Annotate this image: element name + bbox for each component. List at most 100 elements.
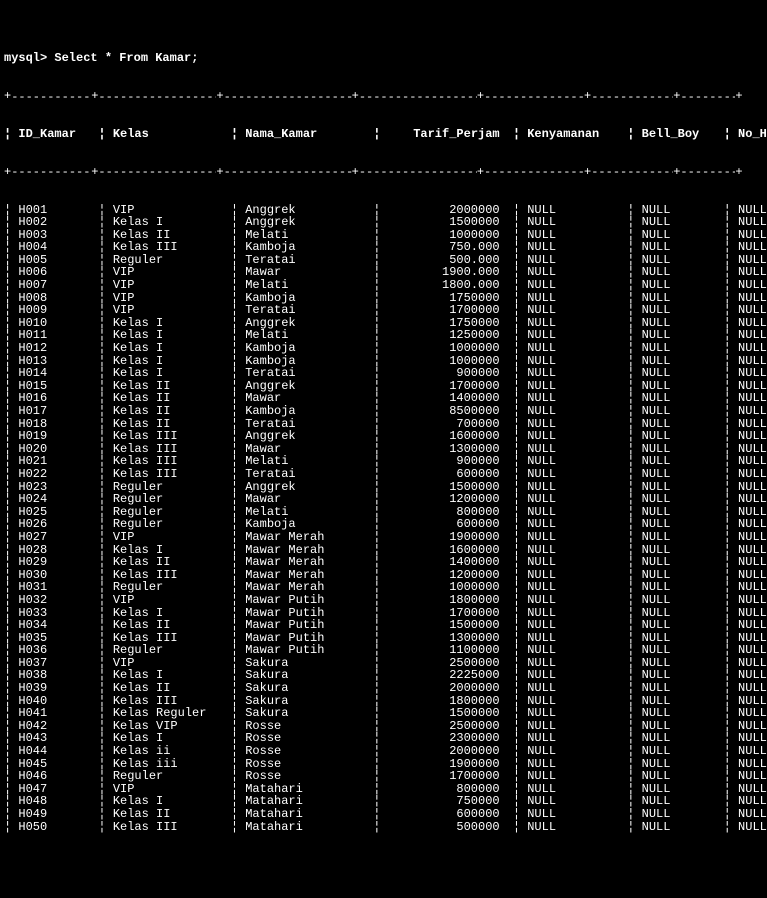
cell-bell-boy: NULL <box>642 783 724 796</box>
table-row: ¦ H043¦ Kelas I¦ Rosse¦ 2300000 ¦ NULL¦ … <box>4 732 763 745</box>
cell-tarif-perjam: 1000000 <box>388 342 506 355</box>
cell-kenyamanan: NULL <box>527 619 627 632</box>
table-row: ¦ H048¦ Kelas I¦ Matahari¦ 750000 ¦ NULL… <box>4 795 763 808</box>
cell-nama-kamar: Mawar Merah <box>245 531 373 544</box>
cell-id-kamar: H047 <box>18 783 98 796</box>
cell-nama-kamar: Matahari <box>245 808 373 821</box>
cell-tarif-perjam: 1800.000 <box>388 279 506 292</box>
cell-id-kamar: H043 <box>18 732 98 745</box>
cell-nama-kamar: Matahari <box>245 821 373 834</box>
cell-no-hp: NULL <box>738 241 767 254</box>
cell-nama-kamar: Mawar Putih <box>245 594 373 607</box>
cell-kenyamanan: NULL <box>527 657 627 670</box>
cell-bell-boy: NULL <box>642 342 724 355</box>
col-tarif-perjam: Tarif_Perjam <box>388 128 506 141</box>
col-nama-kamar: Nama_Kamar <box>245 128 373 141</box>
cell-bell-boy: NULL <box>642 745 724 758</box>
cell-id-kamar: H046 <box>18 770 98 783</box>
cell-kelas: Kelas I <box>113 216 231 229</box>
table-row: ¦ H029¦ Kelas II¦ Mawar Merah¦ 1400000 ¦… <box>4 556 763 569</box>
cell-no-hp: NULL <box>738 720 767 733</box>
cell-no-hp: NULL <box>738 758 767 771</box>
table-row: ¦ H024¦ Reguler¦ Mawar¦ 1200000 ¦ NULL¦ … <box>4 493 763 506</box>
cell-nama-kamar: Matahari <box>245 795 373 808</box>
table-row: ¦ H027¦ VIP¦ Mawar Merah¦ 1900000 ¦ NULL… <box>4 531 763 544</box>
cell-kelas: Kelas II <box>113 405 231 418</box>
table-row: ¦ H037¦ VIP¦ Sakura¦ 2500000 ¦ NULL¦ NUL… <box>4 657 763 670</box>
cell-kelas: Kelas I <box>113 732 231 745</box>
table-row: ¦ H038¦ Kelas I¦ Sakura¦ 2225000 ¦ NULL¦… <box>4 669 763 682</box>
cell-kelas: Kelas II <box>113 619 231 632</box>
table-row: ¦ H046¦ Reguler¦ Rosse¦ 1700000 ¦ NULL¦ … <box>4 770 763 783</box>
cell-bell-boy: NULL <box>642 808 724 821</box>
cell-kelas: Kelas II <box>113 808 231 821</box>
table-row: ¦ H050¦ Kelas III¦ Matahari¦ 500000 ¦ NU… <box>4 821 763 834</box>
cell-id-kamar: H027 <box>18 531 98 544</box>
cell-kelas: Kelas III <box>113 695 231 708</box>
cell-kelas: Kelas III <box>113 430 231 443</box>
cell-tarif-perjam: 1900000 <box>388 758 506 771</box>
cell-id-kamar: H049 <box>18 808 98 821</box>
cell-no-hp: NULL <box>738 783 767 796</box>
cell-kelas: Kelas III <box>113 468 231 481</box>
cell-kelas: VIP <box>113 531 231 544</box>
cell-nama-kamar: Rosse <box>245 720 373 733</box>
cell-id-kamar: H022 <box>18 468 98 481</box>
cell-bell-boy: NULL <box>642 770 724 783</box>
cell-kelas: Kelas II <box>113 682 231 695</box>
table-row: ¦ H036¦ Reguler¦ Mawar Putih¦ 1100000 ¦ … <box>4 644 763 657</box>
cell-id-kamar: H024 <box>18 493 98 506</box>
cell-nama-kamar: Kamboja <box>245 405 373 418</box>
cell-id-kamar: H034 <box>18 619 98 632</box>
cell-bell-boy: NULL <box>642 720 724 733</box>
cell-nama-kamar: Sakura <box>245 669 373 682</box>
cell-kenyamanan: NULL <box>527 783 627 796</box>
cell-no-hp: NULL <box>738 367 767 380</box>
cell-nama-kamar: Melati <box>245 279 373 292</box>
cell-nama-kamar: Teratai <box>245 468 373 481</box>
cell-no-hp: NULL <box>738 644 767 657</box>
cell-kenyamanan: NULL <box>527 644 627 657</box>
table-row: ¦ H047¦ VIP¦ Matahari¦ 800000 ¦ NULL¦ NU… <box>4 783 763 796</box>
cell-nama-kamar: Teratai <box>245 304 373 317</box>
cell-tarif-perjam: 2500000 <box>388 657 506 670</box>
cell-no-hp: NULL <box>738 594 767 607</box>
cell-tarif-perjam: 750000 <box>388 795 506 808</box>
cell-tarif-perjam: 1100000 <box>388 644 506 657</box>
cell-id-kamar: H004 <box>18 241 98 254</box>
cell-nama-kamar: Sakura <box>245 695 373 708</box>
cell-bell-boy: NULL <box>642 367 724 380</box>
cell-tarif-perjam: 8500000 <box>388 405 506 418</box>
cell-bell-boy: NULL <box>642 468 724 481</box>
cell-no-hp: NULL <box>738 531 767 544</box>
cell-kelas: VIP <box>113 657 231 670</box>
table-row: ¦ H014¦ Kelas I¦ Teratai¦ 900000 ¦ NULL¦… <box>4 367 763 380</box>
sql-prompt[interactable]: mysql> Select * From Kamar; <box>4 52 763 65</box>
cell-id-kamar: H038 <box>18 669 98 682</box>
cell-id-kamar: H017 <box>18 405 98 418</box>
col-kelas: Kelas <box>113 128 231 141</box>
cell-nama-kamar: Rosse <box>245 758 373 771</box>
cell-no-hp: NULL <box>738 468 767 481</box>
table-row: ¦ H049¦ Kelas II¦ Matahari¦ 600000 ¦ NUL… <box>4 808 763 821</box>
cell-bell-boy: NULL <box>642 682 724 695</box>
cell-id-kamar: H041 <box>18 707 98 720</box>
cell-no-hp: NULL <box>738 279 767 292</box>
table-row: ¦ H004¦ Kelas III¦ Kamboja¦ 750.000 ¦ NU… <box>4 241 763 254</box>
cell-tarif-perjam: 1700000 <box>388 770 506 783</box>
cell-kelas: Kelas I <box>113 795 231 808</box>
cell-kenyamanan: NULL <box>527 795 627 808</box>
cell-nama-kamar: Sakura <box>245 707 373 720</box>
table-row: ¦ H002¦ Kelas I¦ Anggrek¦ 1500000 ¦ NULL… <box>4 216 763 229</box>
cell-no-hp: NULL <box>738 808 767 821</box>
table-row: ¦ H009¦ VIP¦ Teratai¦ 1700000 ¦ NULL¦ NU… <box>4 304 763 317</box>
cell-id-kamar: H036 <box>18 644 98 657</box>
cell-bell-boy: NULL <box>642 758 724 771</box>
cell-no-hp: NULL <box>738 342 767 355</box>
cell-kelas: Reguler <box>113 644 231 657</box>
cell-kelas: Kelas ii <box>113 745 231 758</box>
cell-kelas: Reguler <box>113 770 231 783</box>
cell-tarif-perjam: 600000 <box>388 808 506 821</box>
cell-tarif-perjam: 1800000 <box>388 695 506 708</box>
cell-no-hp: NULL <box>738 405 767 418</box>
